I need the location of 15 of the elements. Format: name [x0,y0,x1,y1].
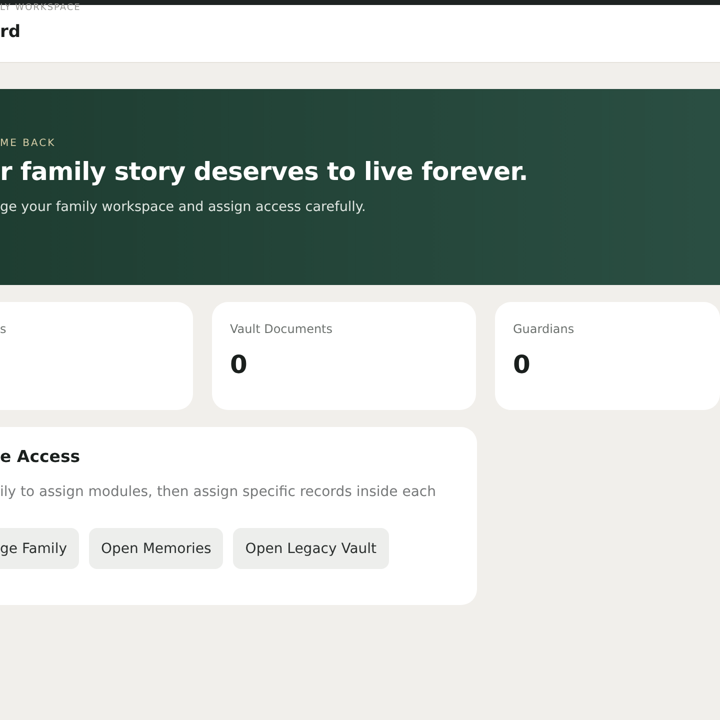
action-button[interactable]: Open Memories [89,528,224,569]
stat-label: Guardians [513,322,576,336]
banner-subtitle: ge your family workspace and assign access carefully. [0,199,367,215]
header-eyebrow: LY WORKSPACE [0,3,82,13]
stat-label: s [0,322,8,336]
stat-value: 0 [513,350,532,379]
banner-eyebrow: ME BACK [0,138,57,149]
card-description: ily to assign modules, then assign specific records inside each [0,484,437,500]
stat-value: 0 [230,350,248,379]
banner-title: r family story deserves to live forever. [0,157,529,186]
stat-label: Vault Documents [230,322,334,336]
page-title: rd [0,22,22,42]
action-button[interactable]: ge Family [0,528,79,569]
card-title: e Access [0,447,82,466]
action-button[interactable]: Open Legacy Vault [233,528,389,569]
